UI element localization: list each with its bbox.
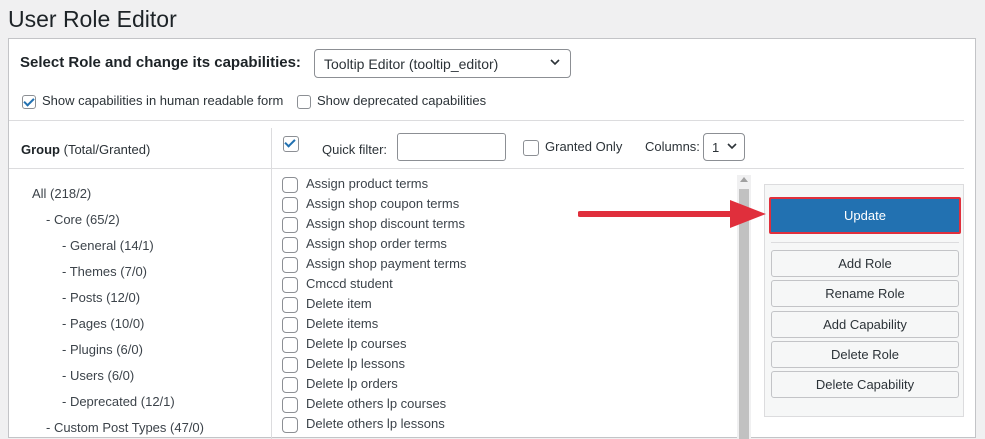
rename-role-button[interactable]: Rename Role — [771, 280, 959, 307]
group-item-pages[interactable]: - Pages (10/0) — [62, 316, 144, 331]
scroll-up-arrow-icon[interactable] — [740, 177, 748, 182]
capability-checkbox[interactable] — [282, 396, 298, 413]
capability-checkbox[interactable] — [282, 236, 298, 253]
columns-label: Columns: — [645, 139, 700, 154]
human-readable-option[interactable]: Show capabilities in human readable form — [22, 93, 283, 109]
deprecated-option[interactable]: Show deprecated capabilities — [297, 93, 486, 109]
group-item-core[interactable]: - Core (65/2) — [46, 212, 120, 227]
deprecated-checkbox[interactable] — [297, 94, 311, 109]
capability-checkbox[interactable] — [282, 336, 298, 353]
role-editor-panel: Select Role and change its capabilities:… — [8, 38, 976, 439]
human-readable-checkbox[interactable] — [22, 94, 36, 109]
capability-checkbox[interactable] — [282, 376, 298, 393]
capability-item[interactable]: Delete lp lessons — [282, 356, 405, 373]
actions-panel: Update Add Role Rename Role Add Capabili… — [764, 184, 964, 417]
filter-bar: Quick filter: Granted Only Columns: 1 — [272, 129, 972, 169]
column-divider — [271, 128, 272, 439]
pointer-arrow-icon — [578, 200, 766, 228]
group-item-custom-post-types[interactable]: - Custom Post Types (47/0) — [46, 420, 204, 435]
columns-value: 1 — [712, 140, 720, 155]
group-item-general[interactable]: - General (14/1) — [62, 238, 154, 253]
capability-item[interactable]: Delete lp courses — [282, 336, 406, 353]
capability-item[interactable]: Delete others lp courses — [282, 396, 446, 413]
chevron-down-icon — [549, 56, 561, 71]
granted-only-option[interactable]: Granted Only — [523, 139, 622, 156]
divider — [9, 120, 964, 121]
capability-item[interactable]: Assign shop order terms — [282, 236, 447, 253]
capability-item[interactable]: Delete lp orders — [282, 376, 398, 393]
role-select-value: Tooltip Editor (tooltip_editor) — [324, 56, 499, 72]
delete-capability-button[interactable]: Delete Capability — [771, 371, 959, 398]
capability-checkbox[interactable] — [282, 196, 298, 213]
role-select-label: Select Role and change its capabilities: — [20, 54, 301, 71]
capability-item[interactable]: Delete items — [282, 316, 378, 333]
capability-item[interactable]: Cmccd student — [282, 276, 393, 293]
capability-checkbox[interactable] — [282, 416, 298, 433]
human-readable-label: Show capabilities in human readable form — [42, 93, 284, 108]
capability-checkbox[interactable] — [282, 176, 298, 193]
add-capability-button[interactable]: Add Capability — [771, 311, 959, 338]
quick-filter-label: Quick filter: — [322, 142, 388, 157]
group-header: Group (Total/Granted) — [21, 142, 151, 157]
columns-select[interactable]: 1 — [703, 133, 745, 161]
granted-only-label: Granted Only — [545, 139, 623, 154]
group-item-all[interactable]: All (218/2) — [32, 186, 91, 201]
select-all-checkbox[interactable] — [283, 136, 299, 152]
divider — [771, 242, 959, 243]
capability-checkbox[interactable] — [282, 296, 298, 313]
chevron-down-icon — [726, 140, 738, 155]
capability-checkbox[interactable] — [282, 256, 298, 273]
group-item-deprecated[interactable]: - Deprecated (12/1) — [62, 394, 175, 409]
capability-item[interactable]: Assign shop payment terms — [282, 256, 466, 273]
capability-item[interactable]: Assign product terms — [282, 176, 428, 193]
capability-checkbox[interactable] — [282, 276, 298, 293]
add-role-button[interactable]: Add Role — [771, 250, 959, 277]
capability-checkbox[interactable] — [282, 316, 298, 333]
granted-only-checkbox[interactable] — [523, 139, 539, 156]
group-item-plugins[interactable]: - Plugins (6/0) — [62, 342, 143, 357]
group-item-users[interactable]: - Users (6/0) — [62, 368, 134, 383]
capability-item[interactable]: Delete others lp lessons — [282, 416, 445, 433]
update-button[interactable]: Update — [769, 197, 961, 234]
capability-item[interactable]: Assign shop coupon terms — [282, 196, 459, 213]
group-item-posts[interactable]: - Posts (12/0) — [62, 290, 140, 305]
page-title: User Role Editor — [8, 6, 177, 32]
delete-role-button[interactable]: Delete Role — [771, 341, 959, 368]
capability-checkbox[interactable] — [282, 356, 298, 373]
role-select[interactable]: Tooltip Editor (tooltip_editor) — [314, 49, 571, 78]
quick-filter-input[interactable] — [397, 133, 506, 161]
group-item-themes[interactable]: - Themes (7/0) — [62, 264, 147, 279]
capability-checkbox[interactable] — [282, 216, 298, 233]
capability-item[interactable]: Assign shop discount terms — [282, 216, 465, 233]
deprecated-label: Show deprecated capabilities — [317, 93, 487, 108]
capability-item[interactable]: Delete item — [282, 296, 372, 313]
